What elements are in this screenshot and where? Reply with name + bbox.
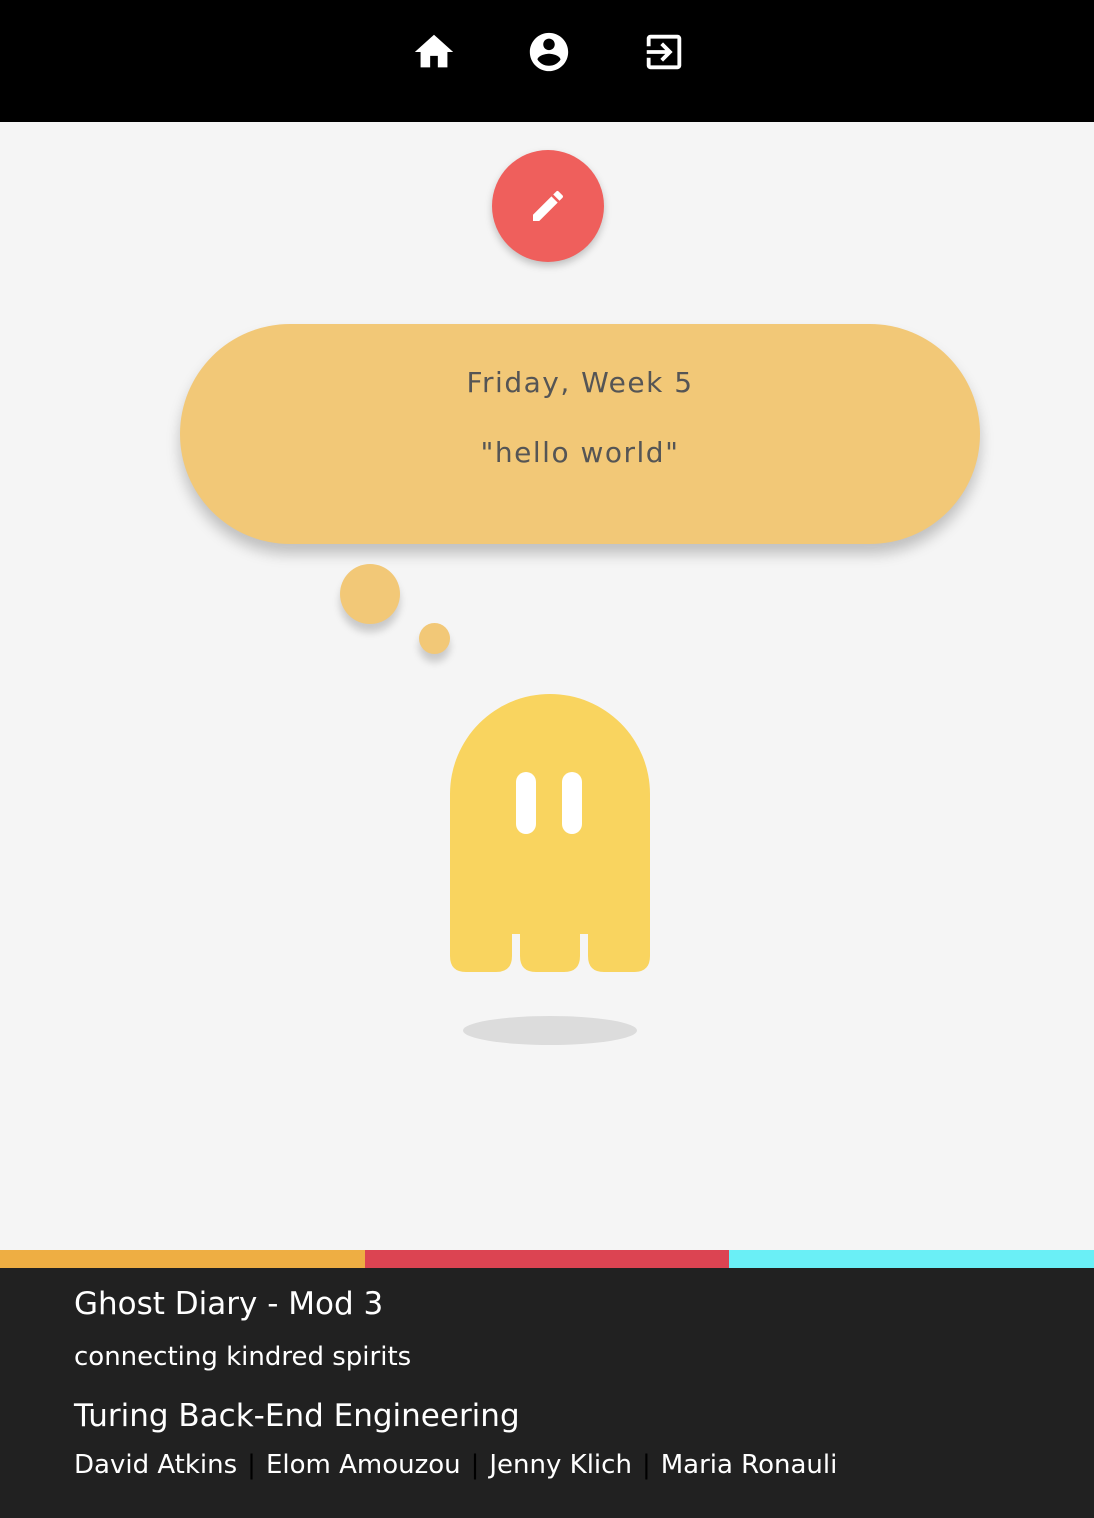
thought-dot-large (340, 564, 400, 624)
author-separator: | (641, 1450, 651, 1480)
top-nav-bar (0, 0, 1094, 122)
stripe-red (364, 1250, 730, 1268)
author-name: Elom Amouzou (265, 1450, 461, 1480)
footer-color-stripes (0, 1250, 1094, 1268)
stripe-cyan (729, 1250, 1094, 1268)
author-separator: | (247, 1450, 256, 1480)
new-entry-button[interactable] (492, 150, 604, 262)
nav-home-button[interactable] (410, 28, 458, 76)
stripe-orange (0, 1250, 365, 1268)
footer-title: Ghost Diary - Mod 3 (74, 1286, 384, 1322)
nav-logout-button[interactable] (640, 28, 688, 76)
ghost-right-eye (562, 772, 582, 834)
thought-dot-small (419, 623, 450, 654)
entry-message: "hello world" (480, 436, 680, 469)
nav-profile-button[interactable] (525, 28, 573, 76)
author-name: Maria Ronauli (660, 1450, 838, 1480)
footer: Ghost Diary - Mod 3 connecting kindred s… (0, 1268, 1094, 1518)
footer-tagline: connecting kindred spirits (74, 1342, 412, 1372)
author-separator: | (470, 1450, 480, 1480)
footer-school: Turing Back-End Engineering (74, 1398, 520, 1434)
footer-authors: David Atkins | Elom Amouzou | Jenny Klich | Ma… (74, 1450, 837, 1480)
exit-to-app-icon (646, 34, 682, 70)
entry-date: Friday, Week 5 (466, 366, 694, 399)
pencil-icon (533, 190, 564, 221)
ghost-left-eye (516, 772, 536, 834)
account-circle-icon (529, 32, 569, 72)
author-name: David Atkins (74, 1450, 238, 1480)
thought-bubble-entry: Friday, Week 5 "hello world" (180, 324, 980, 544)
ghost-illustration (450, 694, 650, 972)
ghost-shadow (463, 1016, 637, 1045)
home-icon (414, 34, 454, 68)
author-name: Jenny Klich (489, 1450, 632, 1480)
